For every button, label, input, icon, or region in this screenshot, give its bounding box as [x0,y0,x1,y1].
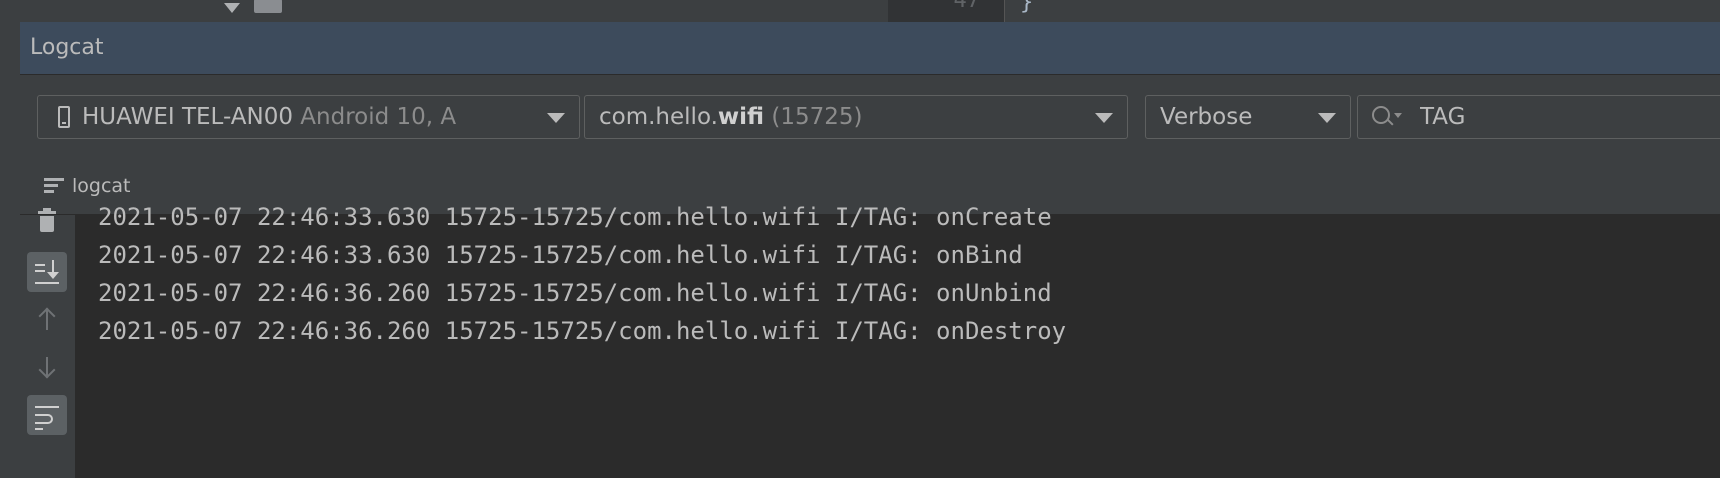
logcat-side-toolbar [20,208,75,478]
clear-logcat-button[interactable] [27,203,67,243]
tab-label: logcat [72,175,131,197]
tab-logcat[interactable]: logcat [44,175,131,197]
next-occurrence-button[interactable] [27,347,67,387]
device-label: HUAWEI TEL-AN00 Android 10, A [70,104,456,130]
chevron-down-icon [1095,113,1113,123]
log-line: 2021-05-07 22:46:33.630 15725-15725/com.… [98,241,1023,269]
scroll-to-end-icon [35,264,45,266]
project-tree-node[interactable] [224,0,282,22]
process-selector[interactable]: com.hello.wifi (15725) [584,95,1128,139]
process-pid: (15725) [771,104,863,130]
search-icon[interactable] [1372,105,1406,129]
search-input[interactable] [1420,104,1720,130]
panel-title: Logcat [30,35,104,60]
folder-icon [254,0,282,13]
log-level-selector[interactable]: Verbose [1145,95,1351,139]
soft-wrap-icon [35,406,59,408]
logcat-toolbar: HUAWEI TEL-AN00 Android 10, A com.hello.… [20,75,1720,160]
chevron-down-icon [547,113,565,123]
scroll-to-end-button[interactable] [27,252,67,292]
log-line: 2021-05-07 22:46:36.260 15725-15725/com.… [98,317,1067,345]
device-detail: Android 10, A [300,104,457,130]
process-prefix: com.hello. [599,104,718,130]
device-name: HUAWEI TEL-AN00 [82,104,293,130]
ide-window: 47 } Logcat HUAWEI TEL-AN00 Android 10, … [0,0,1720,478]
logcat-tab-icon [44,178,64,194]
line-number: 47 [953,0,981,13]
log-level-label: Verbose [1160,104,1253,130]
log-output[interactable]: 2021-05-07 22:46:33.630 15725-15725/com.… [76,203,1720,478]
logcat-header: Logcat [20,22,1720,75]
left-tool-strip [0,0,21,478]
log-line: 2021-05-07 22:46:33.630 15725-15725/com.… [98,203,1052,231]
previous-occurrence-button[interactable] [27,300,67,340]
editor-strip: 47 } [20,0,1720,22]
soft-wrap-button[interactable] [27,395,67,435]
device-selector[interactable]: HUAWEI TEL-AN00 Android 10, A [37,95,580,139]
code-line: } [1020,0,1034,15]
expand-arrow-icon[interactable] [224,3,240,13]
log-line: 2021-05-07 22:46:36.260 15725-15725/com.… [98,279,1052,307]
chevron-down-icon [1318,113,1336,123]
search-box[interactable] [1357,95,1720,139]
process-name: wifi [717,104,765,130]
phone-icon [58,106,70,128]
process-label: com.hello.wifi (15725) [585,104,863,130]
editor-gutter: 47 [888,0,1005,22]
